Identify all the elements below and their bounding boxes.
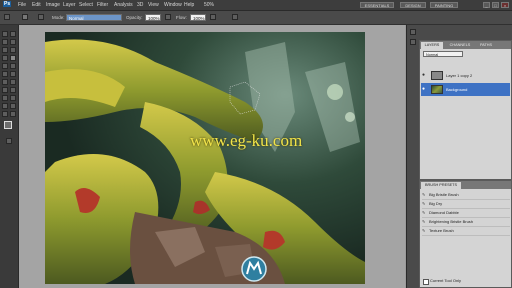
dodge-tool-icon[interactable]	[10, 79, 16, 85]
workspace-painting-button[interactable]: PAINTING	[430, 2, 458, 8]
layers-tabstrip: LAYERS CHANNELS PATHS	[420, 41, 511, 49]
preset-label: Big Bristle Brush	[429, 192, 459, 197]
menu-window[interactable]: Window	[164, 2, 182, 8]
dock-icon-1[interactable]	[410, 29, 416, 35]
3d-orbit-tool-icon[interactable]	[10, 103, 16, 109]
airbrush-icon[interactable]	[210, 14, 216, 20]
preset-label: Diamond Dabble	[429, 210, 459, 215]
opacity-field[interactable]: 100%	[145, 14, 161, 21]
layer-name: Layer 1 copy 2	[446, 73, 473, 78]
close-button[interactable]: ×	[501, 2, 509, 8]
preset-item[interactable]: ✎ Diamond Dabble	[422, 209, 510, 218]
path-select-tool-icon[interactable]	[2, 95, 8, 101]
menu-select[interactable]: Select	[79, 2, 93, 8]
app-icon[interactable]: Ps	[3, 1, 12, 7]
foreground-color-swatch[interactable]	[4, 121, 12, 129]
type-tool-icon[interactable]	[10, 87, 16, 93]
brush-presets-panel: BRUSH PRESETS ✎ Big Bristle Brush ✎ Big Dr…	[419, 180, 512, 288]
eraser-tool-icon[interactable]	[2, 71, 8, 77]
menu-filter[interactable]: Filter	[97, 2, 108, 8]
watermark-text: www.eg-ku.com	[190, 131, 303, 150]
pen-tool-icon[interactable]	[2, 87, 8, 93]
brush-icon: ✎	[422, 201, 426, 206]
brush-icon: ✎	[422, 210, 426, 215]
layer-row[interactable]: ● Layer 1 copy 2	[421, 69, 510, 82]
menu-analysis[interactable]: Analysis	[114, 2, 133, 8]
healing-tool-icon[interactable]	[2, 55, 8, 61]
menu-help[interactable]: Help	[184, 2, 194, 8]
workspace-design-button[interactable]: DESIGN	[400, 2, 426, 8]
hand-tool-icon[interactable]	[2, 111, 8, 117]
preset-item[interactable]: ✎ Texture Brush	[422, 227, 510, 236]
3d-rotate-tool-icon[interactable]	[2, 103, 8, 109]
flow-field[interactable]: 100%	[190, 14, 206, 21]
preset-label: Brightening Bristle Brush	[429, 219, 474, 224]
crop-tool-icon[interactable]	[2, 47, 8, 53]
brush-panel-icon[interactable]	[38, 14, 44, 20]
clone-stamp-tool-icon[interactable]	[2, 63, 8, 69]
presets-tabstrip: BRUSH PRESETS	[420, 181, 511, 189]
workspace-essentials-button[interactable]: ESSENTIALS	[360, 2, 394, 8]
history-brush-tool-icon[interactable]	[10, 63, 16, 69]
blend-mode-select[interactable]: Normal	[423, 51, 463, 57]
quick-select-tool-icon[interactable]	[10, 39, 16, 45]
lasso-tool-icon[interactable]	[2, 39, 8, 45]
eye-icon[interactable]: ●	[422, 72, 428, 78]
shape-tool-icon[interactable]	[10, 95, 16, 101]
pressure-opacity-icon[interactable]	[165, 14, 171, 20]
artwork-canvas[interactable]	[45, 32, 365, 284]
dock-icon-2[interactable]	[410, 39, 416, 45]
eyedropper-tool-icon[interactable]	[10, 47, 16, 53]
layers-panel: LAYERS CHANNELS PATHS Normal ● Layer 1 c…	[419, 40, 512, 180]
menu-file[interactable]: File	[18, 2, 26, 8]
tab-brush-presets[interactable]: BRUSH PRESETS	[421, 182, 461, 189]
flow-label: Flow:	[176, 15, 187, 20]
layer-name: Background	[446, 87, 468, 92]
opacity-label: Opacity:	[126, 15, 143, 20]
menu-edit[interactable]: Edit	[32, 2, 41, 8]
brush-tool-preset-icon[interactable]	[4, 14, 10, 20]
preset-item[interactable]: ✎ Big Bristle Brush	[422, 191, 510, 200]
zoom-level[interactable]: 50%	[204, 2, 214, 8]
menu-bar: Ps File Edit Image Layer Select Filter A…	[0, 0, 512, 11]
pressure-size-icon[interactable]	[232, 14, 238, 20]
current-tool-only-label: Current Tool Only	[430, 278, 462, 283]
menu-view[interactable]: View	[148, 2, 159, 8]
brush-icon: ✎	[422, 192, 426, 197]
minimize-button[interactable]: _	[483, 2, 490, 8]
eye-icon[interactable]: ●	[422, 86, 428, 92]
menu-layer[interactable]: Layer	[63, 2, 76, 8]
brush-tool-icon[interactable]	[10, 55, 16, 61]
brush-size-icon[interactable]	[22, 14, 28, 20]
marquee-tool-icon[interactable]	[10, 31, 16, 37]
layer-thumbnail	[431, 71, 443, 80]
menu-3d[interactable]: 3D	[137, 2, 143, 8]
current-tool-only-checkbox[interactable]	[423, 279, 429, 285]
options-bar: Mode: Normal Opacity: 100% Flow: 100%	[0, 11, 512, 25]
tab-channels[interactable]: CHANNELS	[445, 42, 475, 49]
quick-mask-icon[interactable]	[6, 138, 12, 144]
toolbox	[0, 25, 19, 288]
layer-thumbnail	[431, 85, 443, 94]
zoom-tool-icon[interactable]	[10, 111, 16, 117]
menu-image[interactable]: Image	[46, 2, 60, 8]
maximize-button[interactable]: □	[492, 2, 499, 8]
artwork-image	[45, 32, 365, 284]
tab-layers[interactable]: LAYERS	[421, 42, 443, 49]
gradient-tool-icon[interactable]	[10, 71, 16, 77]
preset-item[interactable]: ✎ Big Dry	[422, 200, 510, 209]
site-logo-icon	[241, 256, 267, 282]
mode-label: Mode:	[52, 15, 65, 20]
preset-label: Texture Brush	[429, 228, 454, 233]
blur-tool-icon[interactable]	[2, 79, 8, 85]
tab-paths[interactable]: PATHS	[477, 42, 495, 49]
move-tool-icon[interactable]	[2, 31, 8, 37]
brush-icon: ✎	[422, 219, 426, 224]
brush-icon: ✎	[422, 228, 426, 233]
layer-row[interactable]: ● Background	[421, 83, 510, 96]
preset-label: Big Dry	[429, 201, 443, 206]
preset-item[interactable]: ✎ Brightening Bristle Brush	[422, 218, 510, 227]
mode-select[interactable]: Normal	[66, 14, 122, 21]
